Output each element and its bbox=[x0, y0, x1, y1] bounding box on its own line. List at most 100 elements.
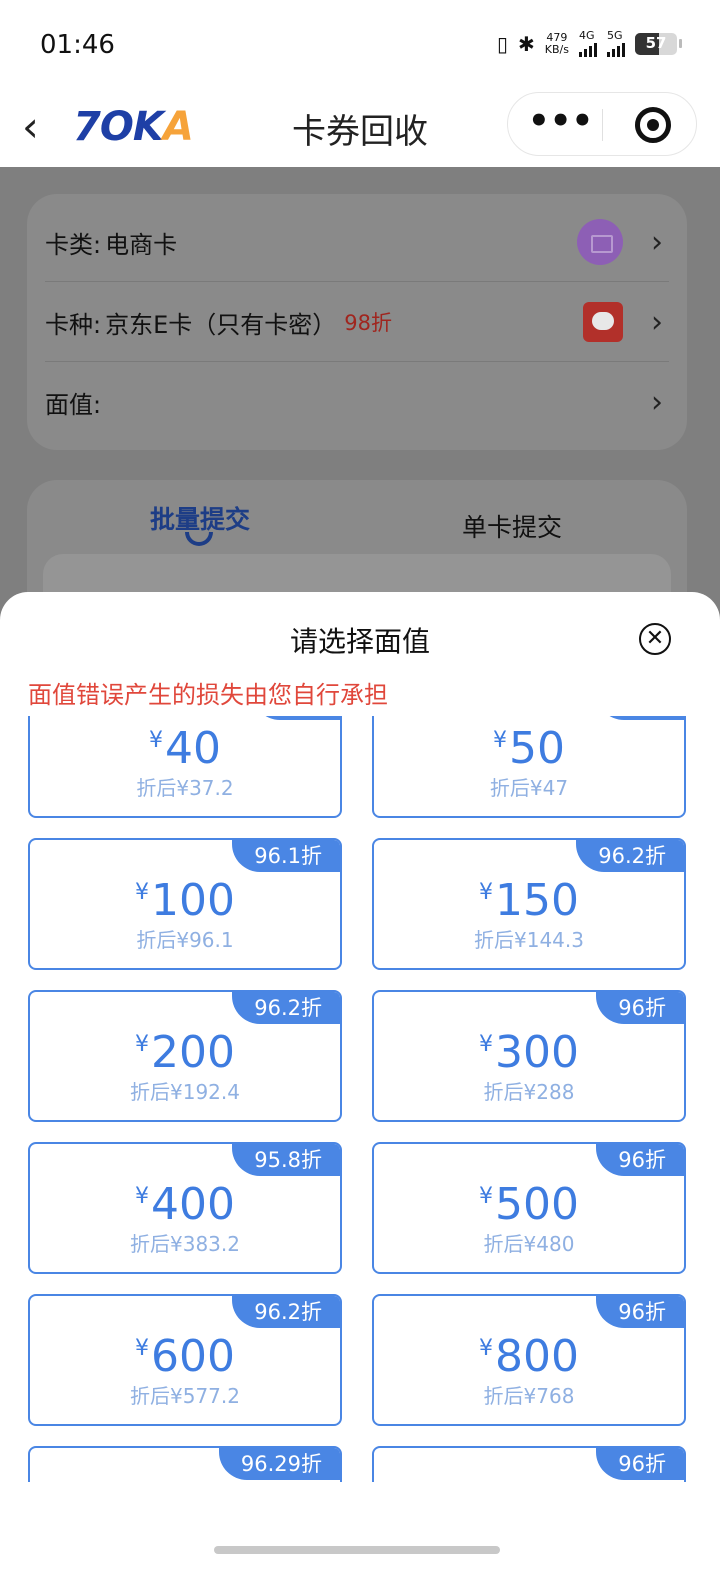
currency-symbol: ¥ bbox=[135, 880, 149, 905]
network-speed: 479 KB/s bbox=[544, 30, 569, 56]
status-icons: ▯ ✱ 479 KB/s 4G 5G 57 bbox=[497, 30, 682, 57]
face-value-amount: ¥40 bbox=[30, 716, 340, 774]
battery-level: 57 bbox=[645, 33, 667, 52]
face-value-row[interactable]: 面值: › bbox=[45, 362, 663, 442]
currency-symbol: ¥ bbox=[479, 1184, 493, 1209]
currency-symbol: ¥ bbox=[479, 1336, 493, 1361]
currency-symbol: ¥ bbox=[479, 1032, 493, 1057]
jd-logo-icon bbox=[583, 302, 623, 342]
amount-value: 500 bbox=[495, 1179, 579, 1230]
card-type-value: 电商卡 bbox=[105, 230, 178, 259]
battery-cap bbox=[679, 39, 682, 48]
face-value-amount: ¥800 bbox=[374, 1324, 684, 1382]
network-5g: 5G bbox=[607, 30, 625, 57]
face-value-option[interactable]: 96.29折 bbox=[28, 1446, 342, 1482]
tab-single-submit[interactable]: 单卡提交 bbox=[462, 508, 562, 544]
discounted-price: 折后¥480 bbox=[483, 1232, 575, 1256]
face-value-option[interactable]: 96折 ¥500 折后¥480 bbox=[372, 1142, 686, 1274]
face-value-option[interactable]: 96.1折 ¥100 折后¥96.1 bbox=[28, 838, 342, 970]
currency-symbol: ¥ bbox=[135, 1184, 149, 1209]
face-value-grid: 93折¥40折后¥37.2 94折¥50折后¥47 96.1折¥100折后¥96.1… bbox=[28, 716, 686, 1482]
face-value-amount: ¥500 bbox=[374, 1172, 684, 1230]
face-value-option[interactable]: 96折 ¥800 折后¥768 bbox=[372, 1294, 686, 1426]
face-value-amount: ¥400 bbox=[30, 1172, 340, 1230]
discounted-price: 折后¥144.3 bbox=[474, 928, 584, 952]
nav-bar: ‹ 7OKA 卡券回收 ••• bbox=[0, 92, 720, 167]
amount-value: 100 bbox=[151, 875, 235, 926]
card-kind-label: 卡种: bbox=[45, 310, 102, 339]
currency-symbol: ¥ bbox=[135, 1032, 149, 1057]
face-value-option[interactable]: 96折 bbox=[372, 1446, 686, 1482]
discounted-price: 折后¥47 bbox=[489, 776, 569, 800]
discounted-price: 折后¥383.2 bbox=[130, 1232, 240, 1256]
target-icon[interactable] bbox=[635, 107, 671, 143]
card-kind-value: 京东E卡（只有卡密） bbox=[105, 310, 337, 339]
card-type-row[interactable]: 卡类: 电商卡 › bbox=[45, 202, 669, 282]
bluetooth-icon: ✱ bbox=[518, 31, 535, 56]
face-value-sheet: 请选择面值 ✕ 面值错误产生的损失由您自行承担 93折¥40折后¥37.2 94折… bbox=[0, 592, 720, 1584]
face-value-amount: ¥300 bbox=[374, 1020, 684, 1078]
face-value-list[interactable]: 93折¥40折后¥37.2 94折¥50折后¥47 96.1折¥100折后¥96.1… bbox=[0, 716, 720, 1482]
discount-badge: 96.29折 bbox=[218, 1448, 340, 1480]
amount-value: 50 bbox=[509, 723, 565, 774]
chevron-right-icon: › bbox=[651, 304, 663, 340]
face-value-option[interactable]: 96.2折 ¥600 折后¥577.2 bbox=[28, 1294, 342, 1426]
loss-warning: 面值错误产生的损失由您自行承担 bbox=[28, 681, 388, 709]
currency-symbol: ¥ bbox=[135, 1336, 149, 1361]
status-time: 01:46 bbox=[40, 30, 115, 60]
network-speed-unit: KB/s bbox=[544, 42, 569, 56]
amount-value: 400 bbox=[151, 1179, 235, 1230]
currency-symbol: ¥ bbox=[149, 728, 163, 753]
home-indicator[interactable] bbox=[214, 1546, 500, 1554]
more-button[interactable]: ••• bbox=[528, 101, 593, 141]
capsule-divider bbox=[602, 109, 603, 141]
discounted-price: 折后¥768 bbox=[483, 1384, 575, 1408]
face-value-option[interactable]: 95.8折 ¥400 折后¥383.2 bbox=[28, 1142, 342, 1274]
face-value-amount: ¥50 bbox=[374, 716, 684, 774]
chevron-right-icon: › bbox=[651, 384, 663, 420]
card-selection-card: 卡类: 电商卡 › 卡种: 京东E卡（只有卡密） 98折 › 面值: › bbox=[27, 194, 687, 450]
discounted-price: 折后¥577.2 bbox=[130, 1384, 240, 1408]
amount-value: 200 bbox=[151, 1027, 235, 1078]
amount-value: 800 bbox=[495, 1331, 579, 1382]
discounted-price: 折后¥96.1 bbox=[136, 928, 234, 952]
face-value-amount: ¥100 bbox=[30, 868, 340, 926]
status-bar: 01:46 ▯ ✱ 479 KB/s 4G 5G 57 bbox=[0, 0, 720, 92]
discounted-price: 折后¥37.2 bbox=[136, 776, 234, 800]
battery-icon: 57 bbox=[635, 32, 677, 55]
card-kind-discount: 98折 bbox=[344, 311, 392, 335]
network-4g-label: 4G bbox=[579, 29, 595, 42]
sheet-title: 请选择面值 bbox=[289, 625, 430, 658]
signal-4g-icon bbox=[579, 41, 597, 57]
network-speed-value: 479 bbox=[546, 30, 568, 44]
face-value-amount: ¥600 bbox=[30, 1324, 340, 1382]
chevron-right-icon: › bbox=[651, 224, 663, 260]
amount-value: 300 bbox=[495, 1027, 579, 1078]
mini-program-capsule: ••• bbox=[507, 92, 697, 156]
face-value-option[interactable]: 96折 ¥300 折后¥288 bbox=[372, 990, 686, 1122]
amount-value: 150 bbox=[495, 875, 579, 926]
more-dots-icon: ••• bbox=[528, 101, 594, 141]
discounted-price: 折后¥192.4 bbox=[130, 1080, 240, 1104]
signal-5g-icon bbox=[607, 41, 625, 57]
shopping-bag-icon bbox=[577, 219, 623, 265]
face-value-option[interactable]: 94折¥50折后¥47 bbox=[372, 716, 686, 818]
face-value-option[interactable]: 96.2折 ¥150 折后¥144.3 bbox=[372, 838, 686, 970]
network-4g: 4G bbox=[579, 30, 597, 57]
card-type-label: 卡类: bbox=[45, 230, 102, 259]
discount-badge: 96折 bbox=[596, 1448, 684, 1480]
card-kind-row[interactable]: 卡种: 京东E卡（只有卡密） 98折 › bbox=[45, 282, 669, 362]
face-value-option[interactable]: 93折¥40折后¥37.2 bbox=[28, 716, 342, 818]
face-value-label: 面值: bbox=[45, 390, 102, 419]
face-value-option[interactable]: 96.2折 ¥200 折后¥192.4 bbox=[28, 990, 342, 1122]
vibrate-icon: ▯ bbox=[497, 31, 509, 56]
currency-symbol: ¥ bbox=[493, 728, 507, 753]
currency-symbol: ¥ bbox=[479, 880, 493, 905]
amount-value: 600 bbox=[151, 1331, 235, 1382]
face-value-amount: ¥150 bbox=[374, 868, 684, 926]
close-icon[interactable]: ✕ bbox=[639, 623, 671, 655]
amount-value: 40 bbox=[165, 723, 221, 774]
face-value-amount: ¥200 bbox=[30, 1020, 340, 1078]
tab-batch-submit[interactable]: 批量提交 bbox=[150, 500, 250, 536]
tab-active-indicator bbox=[185, 532, 213, 546]
